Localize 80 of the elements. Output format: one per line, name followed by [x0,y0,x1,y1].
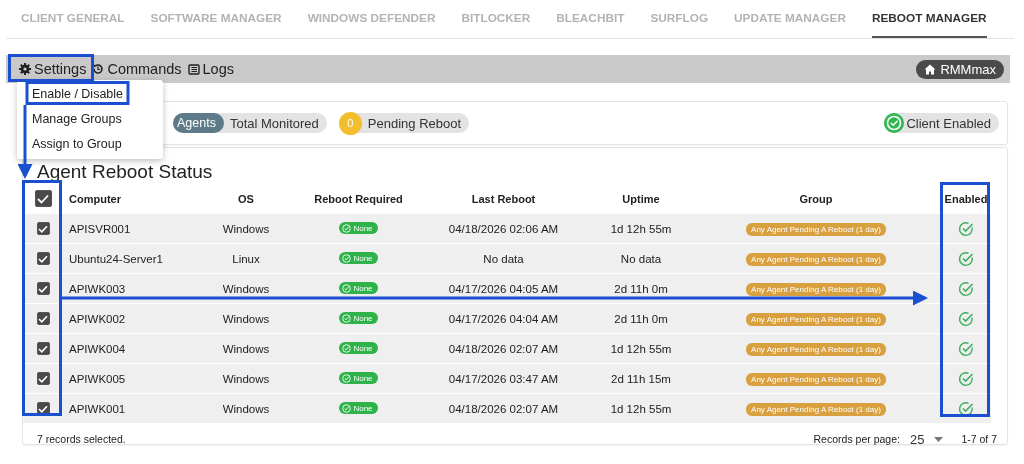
status-badge: None [339,282,378,295]
status-badge: None [339,312,378,325]
menu-item[interactable]: Enable / Disable [17,82,163,107]
section-title: Agent Reboot Status [36,160,214,183]
column-header: Group [799,192,833,205]
toolbar-button[interactable]: Logs [184,61,237,77]
table-cell: 04/18/2026 02:06 AM [448,222,559,235]
count-badge: 0 [338,111,362,135]
table-cell: APIWK001 [69,402,126,415]
table-cell: No data [620,252,662,265]
table-cell: APIWK002 [69,312,126,325]
row-checkbox[interactable] [36,252,50,266]
table-cell: Windows [222,282,270,295]
per-page-label: Records per page: [813,433,900,445]
selection-summary: 7 records selected. [37,433,126,445]
table-cell: 04/17/2026 04:05 AM [448,282,559,295]
group-tag: Any Agent Pending A Reboot (1 day) [746,282,886,296]
chip-label: Client Enabled [905,115,992,131]
chip-label: Pending Reboot [366,115,463,131]
column-header: Last Reboot [471,192,536,205]
table-cell: Windows [222,312,270,325]
page-range: 1-7 of 7 [961,433,997,445]
gear-icon [19,63,31,75]
toolbar-button[interactable]: Commands [89,61,185,77]
table-cell: 1d 12h 55m [610,402,672,415]
row-checkbox[interactable] [36,282,50,296]
column-header: Uptime [622,192,660,205]
menu-item[interactable]: Assign to Group [17,132,163,157]
check-circle-icon [884,113,905,133]
column-header: Reboot Required [314,192,403,205]
table-cell: Windows [222,372,270,385]
status-badge: None [339,222,378,235]
table-cell: 04/18/2026 02:07 AM [448,342,559,355]
menu-item[interactable]: Manage Groups [17,107,163,132]
tab[interactable]: REBOOT MANAGER [871,0,987,38]
table-cell: 04/18/2026 02:07 AM [448,402,559,415]
column-header: Computer [69,192,121,205]
status-badge: None [339,342,378,355]
table-cell: Linux [232,252,260,265]
table-cell: APIWK003 [69,282,126,295]
column-header: OS [238,192,254,205]
group-tag: Any Agent Pending A Reboot (1 day) [746,402,886,416]
toolbar-button[interactable]: Settings [16,61,90,77]
group-tag: Any Agent Pending A Reboot (1 day) [746,342,886,356]
document-icon [187,63,200,75]
per-page-select[interactable]: 25 [905,431,956,447]
table-cell: APISVR001 [69,222,131,235]
row-checkbox[interactable] [36,372,50,386]
group-tag: Any Agent Pending A Reboot (1 day) [746,222,886,236]
group-tag: Any Agent Pending A Reboot (1 day) [746,312,886,326]
row-checkbox[interactable] [36,222,50,236]
table-cell: Windows [222,222,270,235]
table-cell: Windows [222,342,270,355]
table-cell: 04/17/2026 03:47 AM [448,372,559,385]
table-cell: APIWK005 [69,372,126,385]
chip-label: Total Monitored [228,115,320,131]
table-cell: 2d 11h 15m [611,372,671,385]
table-cell: 2d 11h 0m [614,312,668,325]
table-cell: 1d 12h 55m [610,342,672,355]
table-cell: 1d 12h 55m [610,222,672,235]
table-cell: No data [483,252,524,265]
refresh-icon [92,63,105,75]
group-tag: Any Agent Pending A Reboot (1 day) [746,372,886,386]
status-badge: None [339,252,378,265]
status-badge: None [339,402,378,415]
caret-icon [934,436,944,442]
select-all-checkbox[interactable] [34,190,52,207]
row-checkbox[interactable] [36,342,50,356]
column-header: Enabled [944,192,988,205]
status-badge: None [339,372,378,385]
home-chip[interactable]: RMMmax [916,59,1004,79]
table-cell: 04/17/2026 04:04 AM [448,312,559,325]
agents-badge: Agents [173,113,224,133]
table-cell: 2d 11h 0m [614,282,668,295]
group-tag: Any Agent Pending A Reboot (1 day) [746,252,886,266]
table-cell: Windows [222,402,270,415]
row-checkbox[interactable] [36,312,50,326]
table-cell: APIWK004 [69,342,126,355]
table-cell: Ubuntu24-Server1 [69,252,163,265]
home-icon [924,63,937,75]
